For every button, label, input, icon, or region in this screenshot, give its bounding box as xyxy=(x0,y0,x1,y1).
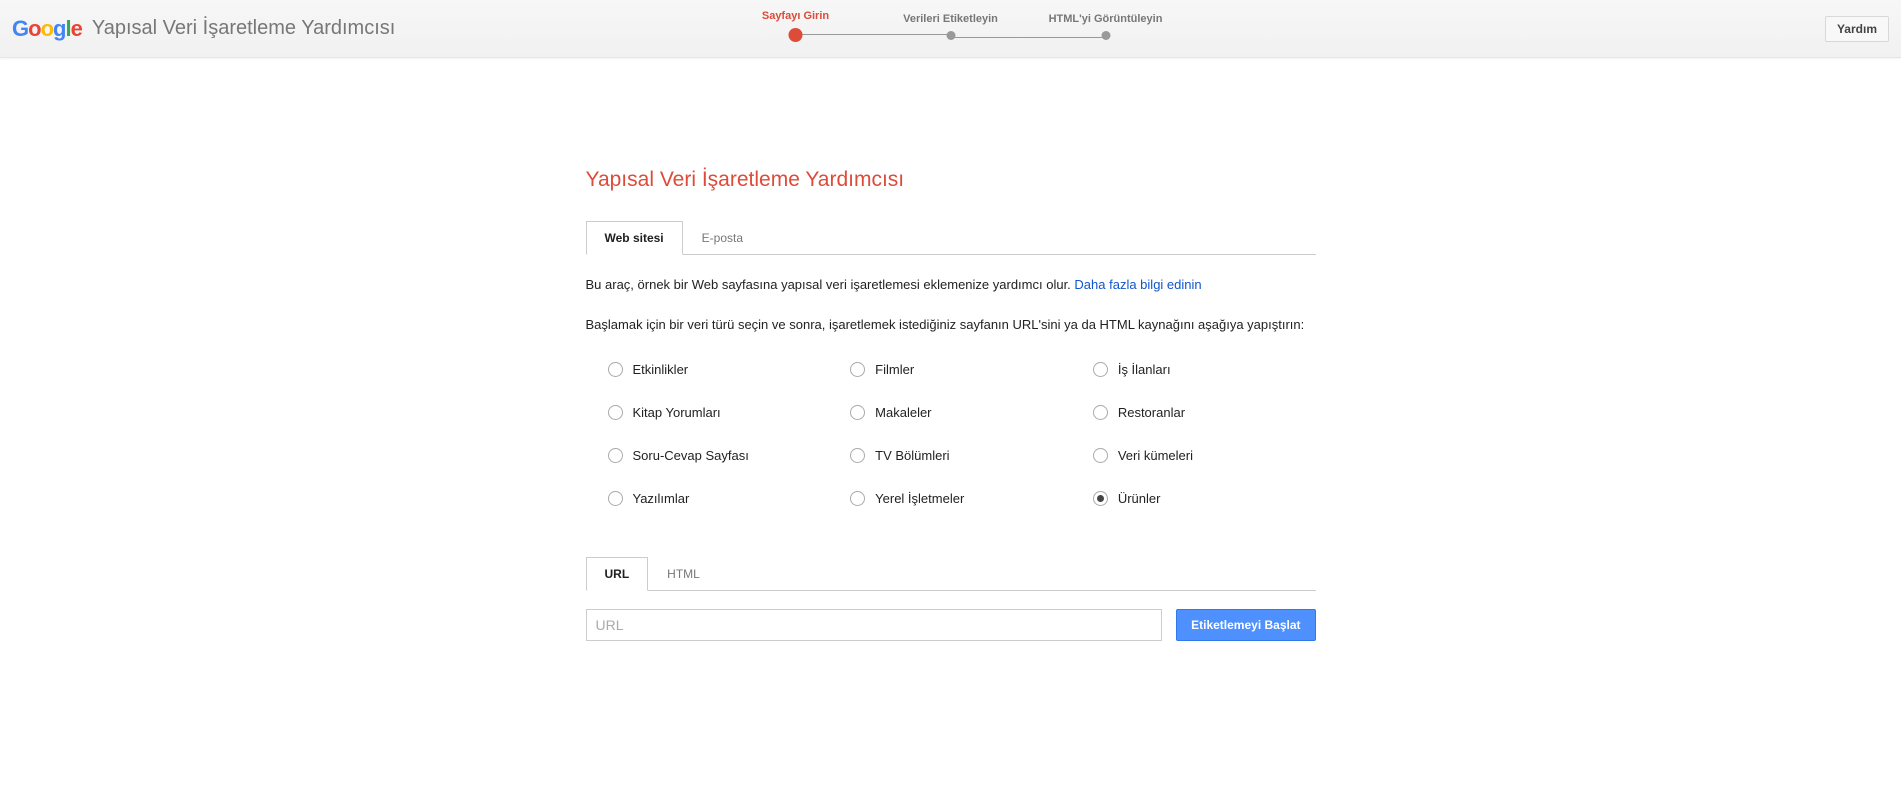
radio-icon xyxy=(608,405,623,420)
progress-steps: Sayfayı Girin Verileri Etiketleyin HTML'… xyxy=(718,10,1183,42)
google-logo: Google xyxy=(12,16,82,42)
radio-etkinlikler[interactable]: Etkinlikler xyxy=(608,362,831,377)
radio-restoranlar[interactable]: Restoranlar xyxy=(1093,405,1316,420)
header: Google Yapısal Veri İşaretleme Yardımcıs… xyxy=(0,0,1901,58)
tab-html[interactable]: HTML xyxy=(648,557,719,591)
data-type-grid: Etkinlikler Filmler İş İlanları Kitap Yo… xyxy=(586,362,1316,506)
step-view-html: HTML'yi Görüntüleyin xyxy=(1028,13,1183,40)
radio-icon xyxy=(608,491,623,506)
step-tag-data: Verileri Etiketleyin xyxy=(873,13,1028,40)
tab-website[interactable]: Web sitesi xyxy=(586,221,683,255)
step-enter-page: Sayfayı Girin xyxy=(718,10,873,42)
radio-yazilimlar[interactable]: Yazılımlar xyxy=(608,491,831,506)
radio-filmler[interactable]: Filmler xyxy=(850,362,1073,377)
description: Bu araç, örnek bir Web sayfasına yapısal… xyxy=(586,275,1316,295)
radio-yerel-isletmeler[interactable]: Yerel İşletmeler xyxy=(850,491,1073,506)
radio-urunler[interactable]: Ürünler xyxy=(1093,491,1316,506)
tab-url[interactable]: URL xyxy=(586,557,649,591)
radio-soru-cevap[interactable]: Soru-Cevap Sayfası xyxy=(608,448,831,463)
input-type-tabs: URL HTML xyxy=(586,556,1316,591)
radio-icon xyxy=(850,362,865,377)
step-dot-active xyxy=(789,28,803,42)
radio-icon xyxy=(1093,362,1108,377)
input-row: Etiketlemeyi Başlat xyxy=(586,609,1316,641)
radio-tv-bolumleri[interactable]: TV Bölümleri xyxy=(850,448,1073,463)
radio-makaleler[interactable]: Makaleler xyxy=(850,405,1073,420)
tab-email[interactable]: E-posta xyxy=(683,221,762,255)
instructions: Başlamak için bir veri türü seçin ve son… xyxy=(586,315,1316,335)
app-title: Yapısal Veri İşaretleme Yardımcısı xyxy=(92,17,395,40)
radio-icon xyxy=(1093,405,1108,420)
radio-icon xyxy=(850,448,865,463)
main-content: Yapısal Veri İşaretleme Yardımcısı Web s… xyxy=(586,58,1316,641)
radio-is-ilanlari[interactable]: İş İlanları xyxy=(1093,362,1316,377)
radio-icon xyxy=(850,491,865,506)
radio-icon-checked xyxy=(1093,491,1108,506)
source-type-tabs: Web sitesi E-posta xyxy=(586,220,1316,255)
step-dot xyxy=(1101,31,1110,40)
radio-icon xyxy=(608,362,623,377)
radio-icon xyxy=(850,405,865,420)
radio-kitap-yorumlari[interactable]: Kitap Yorumları xyxy=(608,405,831,420)
logo-area: Google Yapısal Veri İşaretleme Yardımcıs… xyxy=(12,16,395,42)
radio-icon xyxy=(608,448,623,463)
page-title: Yapısal Veri İşaretleme Yardımcısı xyxy=(586,168,1316,192)
url-input[interactable] xyxy=(586,609,1163,641)
help-button[interactable]: Yardım xyxy=(1825,16,1889,42)
start-tagging-button[interactable]: Etiketlemeyi Başlat xyxy=(1176,609,1315,641)
radio-icon xyxy=(1093,448,1108,463)
step-dot xyxy=(946,31,955,40)
learn-more-link[interactable]: Daha fazla bilgi edinin xyxy=(1074,277,1201,292)
radio-veri-kumeleri[interactable]: Veri kümeleri xyxy=(1093,448,1316,463)
